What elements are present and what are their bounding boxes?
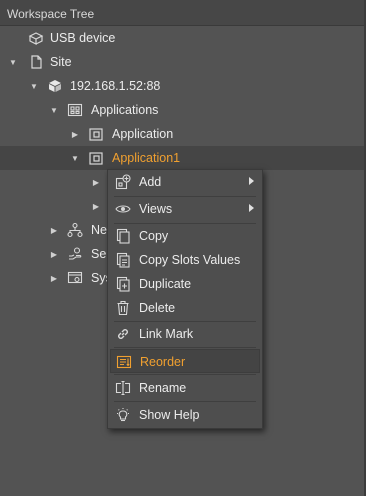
menu-item-add[interactable]: Add (110, 170, 260, 194)
menu-item-delete[interactable]: Delete (110, 296, 260, 320)
services-icon (67, 246, 83, 262)
tree-item-application1[interactable]: ▼ Application1 (0, 146, 364, 170)
tree-item-label: Applications (91, 103, 159, 117)
usb-device-icon (28, 30, 44, 46)
menu-item-label: Views (139, 202, 173, 216)
menu-item-views[interactable]: Views (110, 197, 260, 221)
menu-item-label: Copy Slots Values (139, 253, 241, 267)
menu-item-rename[interactable]: Rename (110, 376, 260, 400)
tree-item-label: Application (112, 127, 174, 141)
tree-item-label: 192.168.1.52:88 (70, 79, 161, 93)
menu-item-duplicate[interactable]: Duplicate (110, 272, 260, 296)
chevron-right-icon[interactable]: ▶ (49, 266, 59, 290)
chevron-down-icon[interactable]: ▼ (8, 50, 18, 74)
chevron-right-icon[interactable]: ▶ (91, 170, 101, 194)
menu-item-label: Show Help (139, 408, 200, 422)
copy-slots-icon (115, 252, 131, 268)
lightbulb-icon (115, 407, 131, 423)
tree-item-site[interactable]: ▼ Site (0, 50, 364, 74)
tree-item-label: Application1 (112, 151, 181, 165)
menu-divider (114, 401, 256, 402)
menu-item-copy-slots-values[interactable]: Copy Slots Values (110, 248, 260, 272)
submenu-arrow-icon (249, 177, 254, 185)
chevron-down-icon[interactable]: ▼ (49, 98, 59, 122)
application-icon (88, 150, 104, 166)
page-icon (28, 54, 44, 70)
menu-item-label: Rename (139, 381, 187, 395)
reorder-icon (116, 354, 132, 370)
network-icon (67, 222, 83, 238)
chevron-right-icon[interactable]: ▶ (49, 218, 59, 242)
menu-item-reorder[interactable]: Reorder (110, 349, 260, 373)
menu-item-show-help[interactable]: Show Help (110, 403, 260, 427)
menu-item-label: Link Mark (139, 327, 194, 341)
menu-divider (114, 374, 256, 375)
link-icon (115, 326, 131, 342)
application-icon (88, 126, 104, 142)
tree-item-application[interactable]: ▶ Application (0, 122, 364, 146)
tree-item-label: Site (50, 55, 72, 69)
context-menu: Add Views Copy Copy Slots Values Duplica… (107, 169, 263, 429)
menu-divider (114, 347, 256, 348)
chevron-right-icon[interactable]: ▶ (91, 194, 101, 218)
tree-item-label: USB device (50, 31, 116, 45)
tree-item-server[interactable]: ▼ 192.168.1.52:88 (0, 74, 364, 98)
add-icon (115, 174, 131, 190)
rename-icon (115, 380, 131, 396)
applications-folder-icon (67, 102, 83, 118)
copy-icon (115, 228, 131, 244)
panel-header: Workspace Tree (0, 0, 366, 26)
server-icon (47, 78, 63, 94)
panel-title: Workspace Tree (7, 7, 95, 21)
chevron-right-icon[interactable]: ▶ (70, 122, 80, 146)
tree-item-usb-device[interactable]: USB device (0, 26, 364, 50)
duplicate-icon (115, 276, 131, 292)
menu-item-copy[interactable]: Copy (110, 224, 260, 248)
menu-item-label: Reorder (140, 355, 186, 369)
chevron-down-icon[interactable]: ▼ (70, 146, 80, 170)
trash-icon (115, 300, 131, 316)
submenu-arrow-icon (249, 204, 254, 212)
eye-icon (115, 201, 131, 217)
menu-item-label: Delete (139, 301, 176, 315)
menu-item-label: Copy (139, 229, 169, 243)
menu-item-label: Add (139, 175, 162, 189)
chevron-down-icon[interactable]: ▼ (29, 74, 39, 98)
menu-item-link-mark[interactable]: Link Mark (110, 322, 260, 346)
chevron-right-icon[interactable]: ▶ (49, 242, 59, 266)
tree-item-applications[interactable]: ▼ Applications (0, 98, 364, 122)
menu-item-label: Duplicate (139, 277, 192, 291)
system-icon (67, 270, 83, 286)
